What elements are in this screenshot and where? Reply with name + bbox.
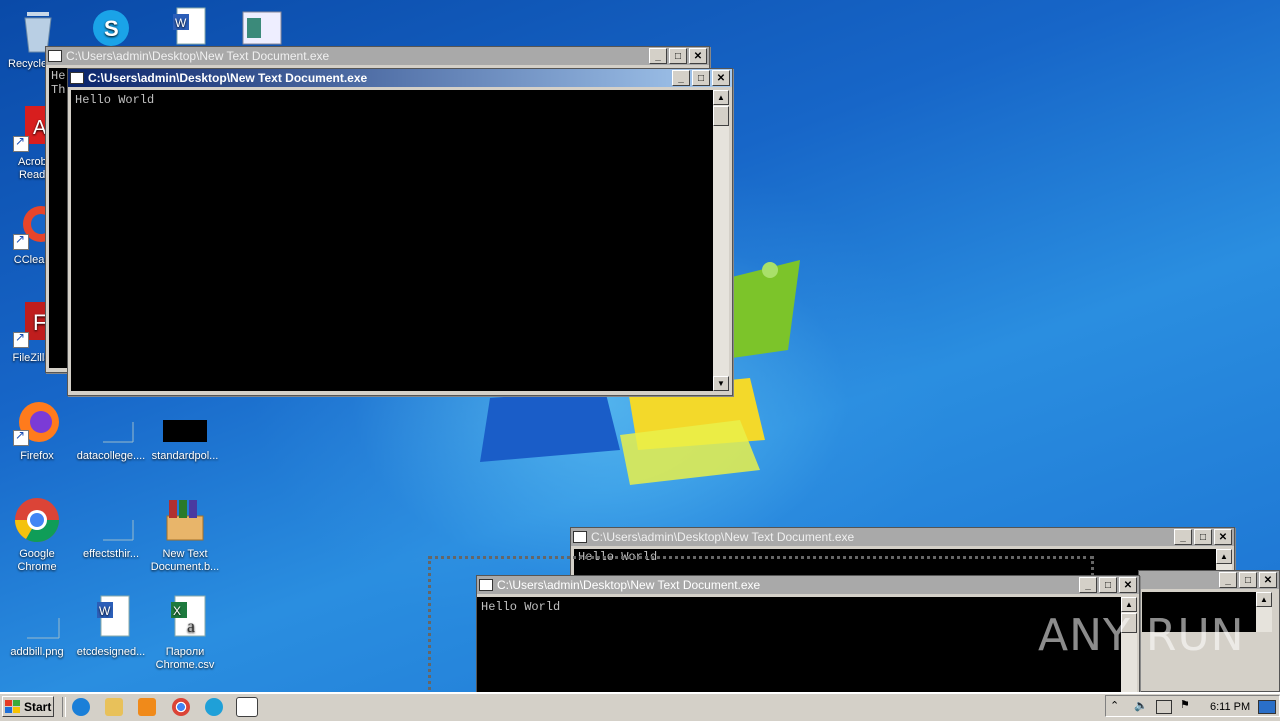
blank-file-icon <box>103 422 134 443</box>
winrar-icon <box>166 500 204 541</box>
console-app-icon <box>479 579 493 591</box>
shortcut-arrow-icon <box>13 233 29 250</box>
desktop-icon-new-text-document[interactable]: New Text Document.b... <box>148 496 222 574</box>
window-titlebar[interactable]: C:\Users\admin\Desktop\New Text Document… <box>571 528 1234 546</box>
taskbar-separator <box>62 697 66 717</box>
media-player-icon[interactable] <box>138 698 156 716</box>
minimize-button[interactable]: _ <box>1219 572 1237 588</box>
svg-text:S: S <box>104 16 119 41</box>
window-title: C:\Users\admin\Desktop\New Text Document… <box>591 530 855 544</box>
desktop-icon-label: etcdesigned... <box>76 646 146 658</box>
svg-text:X: X <box>173 604 181 618</box>
window-titlebar[interactable]: _ □ ✕ <box>1139 571 1279 589</box>
maximize-button[interactable]: □ <box>692 70 710 86</box>
ie-icon[interactable] <box>72 698 90 716</box>
console-app-icon <box>573 531 587 543</box>
shortcut-arrow-icon <box>13 135 29 152</box>
black-image-icon <box>163 420 207 442</box>
excel-csv-icon: Xa <box>171 595 206 637</box>
desktop-icon-addbill[interactable]: addbill.png <box>0 594 74 659</box>
window-title: C:\Users\admin\Desktop\New Text Document… <box>88 71 368 85</box>
maximize-button[interactable]: □ <box>1239 572 1257 588</box>
desktop-icon-chrome[interactable]: Google Chrome <box>0 496 74 574</box>
desktop-icon-label: Firefox <box>20 450 54 462</box>
scroll-down-button[interactable]: ▼ <box>713 376 729 391</box>
blank-file-icon <box>103 520 134 541</box>
close-button[interactable]: ✕ <box>1214 529 1232 545</box>
desktop-icon-label: effectsthir... <box>82 548 140 560</box>
console-window-main[interactable]: C:\Users\admin\Desktop\New Text Document… <box>67 68 733 396</box>
show-desktop-icon[interactable] <box>1258 700 1276 714</box>
maximize-button[interactable]: □ <box>1099 577 1117 593</box>
explorer-icon[interactable] <box>105 698 123 716</box>
system-tray: ⌃ 🔈 ⚑ 6:11 PM <box>1105 695 1280 717</box>
scroll-thumb[interactable] <box>713 106 729 126</box>
desktop-icon-label: datacollege.... <box>76 450 146 462</box>
close-button[interactable]: ✕ <box>1259 572 1277 588</box>
vertical-scrollbar[interactable]: ▲ ▼ <box>713 90 729 391</box>
scroll-up-button[interactable]: ▲ <box>1216 549 1232 564</box>
desktop-icon-label: New Text Document.b... <box>150 548 220 573</box>
close-button[interactable]: ✕ <box>1119 577 1137 593</box>
minimize-button[interactable]: _ <box>672 70 690 86</box>
desktop-icon-chrome-passwords[interactable]: Xa Пароли Chrome.csv <box>148 594 222 672</box>
clock-time[interactable]: 6:11 PM <box>1210 701 1250 713</box>
desktop-icon-firefox[interactable]: Firefox <box>0 398 74 463</box>
minimize-button[interactable]: _ <box>1174 529 1192 545</box>
window-titlebar[interactable]: C:\Users\admin\Desktop\New Text Document… <box>46 47 709 65</box>
vertical-scrollbar[interactable]: ▲ <box>1256 592 1272 632</box>
desktop-icon-label: addbill.png <box>10 646 64 658</box>
chrome-icon <box>15 498 59 542</box>
desktop-icon-datacollege[interactable]: datacollege.... <box>74 398 148 463</box>
desktop-icon-effectsthir[interactable]: effectsthir... <box>74 496 148 561</box>
window-titlebar[interactable]: C:\Users\admin\Desktop\New Text Document… <box>477 576 1139 594</box>
maximize-button[interactable]: □ <box>669 48 687 64</box>
desktop-icon-label: Пароли Chrome.csv <box>155 646 215 671</box>
svg-text:W: W <box>99 604 111 618</box>
start-button[interactable]: Start <box>2 696 54 717</box>
scroll-up-button[interactable]: ▲ <box>1256 592 1272 607</box>
start-label: Start <box>24 699 52 714</box>
up-arrow-icon[interactable]: ⌃ <box>1110 699 1119 712</box>
close-button[interactable]: ✕ <box>712 70 730 86</box>
console-icon[interactable] <box>236 697 258 717</box>
network-icon[interactable] <box>1156 700 1172 714</box>
flag-icon[interactable]: ⚑ <box>1180 698 1190 711</box>
desktop-icon-standardpol[interactable]: standardpol... <box>148 398 222 463</box>
chrome-icon[interactable] <box>172 698 190 716</box>
shortcut-arrow-icon <box>13 429 29 446</box>
word-doc-icon: W <box>97 595 130 637</box>
blank-file-icon <box>27 618 60 639</box>
desktop-icon-label: standardpol... <box>151 450 219 462</box>
anyrun-watermark: ANY RUN <box>1038 610 1245 661</box>
console-app-icon <box>48 50 62 62</box>
shortcut-arrow-icon <box>13 331 29 348</box>
window-title: C:\Users\admin\Desktop\New Text Document… <box>66 49 330 63</box>
maximize-button[interactable]: □ <box>1194 529 1212 545</box>
minimize-button[interactable]: _ <box>649 48 667 64</box>
desktop-icon-label: Google Chrome <box>17 548 57 573</box>
window-titlebar[interactable]: C:\Users\admin\Desktop\New Text Document… <box>68 69 732 87</box>
taskbar: Start ⌃ 🔈 ⚑ 6:11 PM <box>0 692 1280 721</box>
edge-icon[interactable] <box>205 698 223 716</box>
close-button[interactable]: ✕ <box>689 48 707 64</box>
console-app-icon <box>70 72 84 84</box>
console-output[interactable]: Hello World <box>71 90 713 391</box>
speaker-icon[interactable]: 🔈 <box>1134 699 1148 712</box>
console-output[interactable]: Hello World <box>477 597 1121 692</box>
svg-text:a: a <box>187 616 195 636</box>
svg-text:W: W <box>175 16 187 30</box>
window-title: C:\Users\admin\Desktop\New Text Document… <box>497 578 761 592</box>
desktop: Recycle Bin S W A Acrobat Reader CCleane… <box>0 0 1280 692</box>
desktop-icon-etcdesigned[interactable]: W etcdesigned... <box>74 594 148 659</box>
windows-flag-icon <box>5 699 21 714</box>
minimize-button[interactable]: _ <box>1079 577 1097 593</box>
scroll-up-button[interactable]: ▲ <box>713 90 729 105</box>
